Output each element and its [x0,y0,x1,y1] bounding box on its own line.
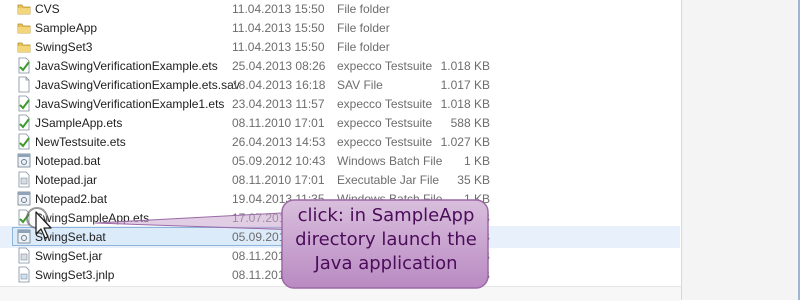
pane-divider[interactable] [681,0,682,300]
testsuite-icon [17,95,31,112]
file-date: 11.04.2013 15:50 [232,21,325,35]
file-size: 1.027 KB [440,135,490,149]
folder-icon [17,0,31,17]
file-type: Executable Jar File [337,173,440,187]
file-date: 11.04.2013 15:50 [232,2,325,16]
file-date: 18.04.2013 16:18 [232,78,326,92]
file-type: Windows Batch File [337,154,443,168]
file-date: 05.09.2012 10:43 [232,154,326,168]
file-name: SwingSet3 [35,40,93,54]
file-date: 23.04.2013 11:57 [232,97,325,111]
testsuite-icon [17,57,31,74]
file-name: NewTestsuite.ets [35,135,126,149]
file-size: 35 KB [457,173,490,187]
file-date: 25.04.2013 08:26 [232,59,326,73]
mouse-cursor-icon [26,207,52,239]
file-name: JSampleApp.ets [35,116,123,130]
folder-icon [17,38,31,55]
file-name: JavaSwingVerificationExample.ets.sav [35,78,240,92]
file-date: 08.11.2010 17:01 [232,173,325,187]
file-name: SwingSet.jar [35,249,103,263]
folder-icon [17,19,31,36]
file-type: expecco Testsuite [337,97,433,111]
file-name: Notepad.bat [35,154,101,168]
file-type: expecco Testsuite [337,135,433,149]
file-type: File folder [337,2,390,16]
testsuite-icon [17,114,31,131]
preview-pane [681,0,800,300]
file-name: CVS [35,2,60,16]
file-type: SAV File [337,78,383,92]
file-name: JavaSwingVerificationExample1.ets [35,97,225,111]
file-size: 588 KB [450,116,490,130]
file-size: 1.018 KB [440,59,490,73]
jar-icon [17,171,31,188]
file-type: expecco Testsuite [337,59,433,73]
file-type: File folder [337,40,390,54]
batch-icon [17,152,31,169]
jnlp-icon [17,266,31,283]
file-icon [17,76,31,93]
callout-line-2: directory launch the [295,229,477,250]
file-type: expecco Testsuite [337,116,433,130]
file-size: 1.018 KB [440,97,490,111]
file-date: 11.04.2013 15:50 [232,40,325,54]
file-name: SampleApp [35,21,98,35]
file-name: JavaSwingVerificationExample.ets [35,59,218,73]
file-name: SwingSet3.jnlp [35,268,115,282]
file-size: 1.017 KB [440,78,490,92]
file-date: 08.11.2010 17:01 [232,116,325,130]
file-type: File folder [337,21,390,35]
file-date: 26.04.2013 14:53 [232,135,326,149]
file-size: 1 KB [463,154,490,168]
callout-line-3: Java application [314,253,458,274]
file-name: Notepad.jar [35,173,98,187]
callout-line-1: click: in SampleApp [297,205,475,226]
callout-text: click: in SampleApp directory launch the… [280,204,492,276]
testsuite-icon [17,133,31,150]
